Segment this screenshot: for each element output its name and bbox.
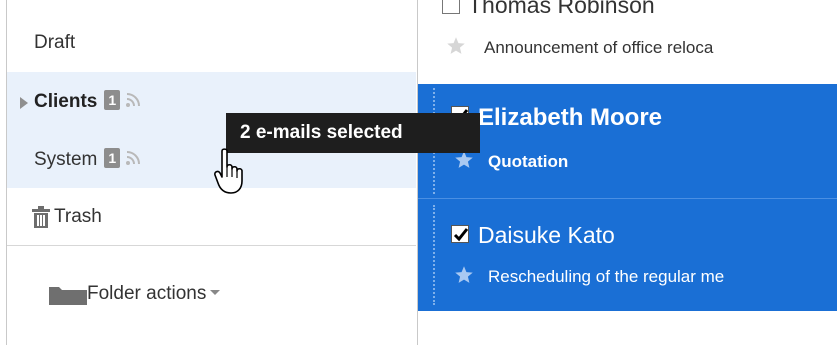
drag-handle[interactable] — [433, 205, 435, 305]
unread-badge: 1 — [104, 148, 121, 168]
rss-feed-icon — [126, 93, 141, 107]
trash-icon — [32, 206, 50, 228]
star-icon[interactable] — [446, 36, 466, 56]
sender-name: Thomas Robinson — [468, 0, 655, 18]
checkbox-icon[interactable] — [442, 0, 460, 14]
drag-tooltip: 2 e-mails selected — [226, 113, 480, 153]
folder-actions-text: Folder actions — [87, 283, 207, 304]
expander-triangle-icon[interactable] — [20, 97, 28, 109]
hand-pointer-icon — [214, 148, 243, 194]
folder-label: Clients — [34, 91, 98, 112]
rss-feed-icon — [126, 151, 141, 165]
message-row-selected[interactable]: Daisuke Kato Rescheduling of the regular… — [418, 199, 837, 311]
sender-name: Daisuke Kato — [478, 222, 615, 248]
checkbox-icon[interactable] — [451, 225, 469, 243]
folder-label: Trash — [54, 206, 102, 227]
message-subject: Announcement of office reloca — [484, 38, 714, 57]
message-list: Thomas Robinson Announcement of office r… — [417, 0, 837, 345]
message-subject: Quotation — [488, 152, 569, 171]
mail-app: Draft Clients 1 System 1 Trash Folder ac… — [6, 0, 837, 345]
message-row[interactable]: Thomas Robinson Announcement of office r… — [418, 0, 837, 80]
star-icon[interactable] — [454, 150, 474, 170]
sender-name: Elizabeth Moore — [478, 104, 663, 131]
folder-actions-label: Folder actions — [87, 283, 221, 305]
sidebar-divider — [7, 245, 416, 246]
unread-badge: 1 — [104, 90, 121, 110]
folder-label-row: System 1 — [34, 148, 141, 171]
folder-icon — [49, 287, 87, 305]
folder-draft[interactable]: Draft — [7, 14, 416, 72]
message-subject: Rescheduling of the regular me — [488, 267, 725, 286]
folder-label-row: Clients 1 — [34, 90, 141, 113]
message-row-selected[interactable]: Elizabeth Moore Quotation — [418, 84, 837, 198]
folder-label: System — [34, 149, 98, 170]
star-icon[interactable] — [454, 265, 474, 285]
chevron-down-icon — [210, 290, 221, 295]
folder-label: Draft — [34, 32, 76, 53]
